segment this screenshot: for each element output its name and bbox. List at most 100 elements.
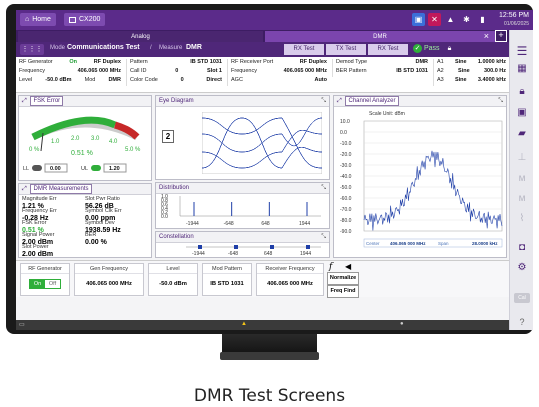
x-tick-label: 1944 bbox=[299, 221, 310, 227]
expand-icon[interactable]: ⤡ bbox=[321, 232, 326, 243]
param-value: IB STD 1031 bbox=[190, 59, 222, 65]
x-tick-label: 648 bbox=[264, 251, 273, 257]
distribution-header: Distribution ⤡ bbox=[156, 183, 329, 194]
screenshot-icon[interactable]: ◘ bbox=[515, 241, 529, 255]
collapse-icon[interactable]: ⤢ bbox=[22, 98, 27, 104]
eye-symbols-field[interactable]: 2 bbox=[162, 130, 174, 143]
lock-icon[interactable]: 🔒︎ bbox=[515, 85, 529, 99]
mod-pattern-cell[interactable]: Mod Pattern IB STD 1031 bbox=[202, 263, 252, 296]
normalize-button[interactable]: Normalize bbox=[327, 272, 359, 285]
param-value: -50.0 dBm bbox=[45, 77, 72, 83]
grid-menu-icon[interactable]: ⋮⋮⋮ bbox=[20, 44, 44, 55]
expand-icon[interactable]: ⤡ bbox=[498, 96, 503, 107]
grid-icon[interactable]: ▦ bbox=[515, 62, 529, 76]
level-value: -50.0 dBm bbox=[159, 281, 187, 287]
rf-generator-toggle[interactable]: On Off bbox=[29, 279, 61, 289]
tab-dmr[interactable]: DMR bbox=[265, 31, 495, 42]
menu-icon[interactable]: ☰ bbox=[515, 44, 529, 58]
help-icon[interactable]: ? bbox=[515, 315, 529, 329]
param-label: AGC bbox=[231, 77, 243, 83]
toggle-on[interactable]: On bbox=[30, 280, 45, 288]
param-value: 406.065 000 MHz bbox=[77, 68, 121, 74]
tab-row: Analog DMR × + bbox=[16, 30, 509, 42]
segment-rx-test-2[interactable]: RX Test bbox=[368, 44, 408, 55]
settings-icon[interactable]: ⚙ bbox=[515, 261, 529, 275]
param-value: On bbox=[69, 59, 78, 65]
warning-icon[interactable]: ▲ bbox=[241, 321, 247, 327]
distribution-panel: Distribution ⤡ 1.0 0.8 0.6 0.4 0.2 0.0 -1944 -6… bbox=[155, 182, 330, 229]
ll-label: LL bbox=[23, 166, 29, 172]
param-value: RF Duplex bbox=[299, 59, 327, 65]
scale-label: 4.0 bbox=[109, 139, 118, 145]
eye-diagram-plot bbox=[202, 112, 322, 174]
y-tick-label: -80.0 bbox=[340, 218, 352, 224]
folder-icon[interactable]: ▰ bbox=[515, 127, 529, 141]
network-icon[interactable]: ▲ bbox=[444, 13, 457, 26]
ll-toggle[interactable] bbox=[32, 165, 42, 171]
receiver-frequency-label: Receiver Frequency bbox=[257, 264, 323, 274]
fsk-error-title: FSK Error bbox=[30, 96, 64, 106]
param-value: Slot 1 bbox=[207, 68, 222, 74]
pulse-icon: ⌇ bbox=[519, 213, 525, 224]
param-value: IB STD 1031 bbox=[396, 68, 428, 74]
collapse-icon[interactable]: ⤢ bbox=[337, 98, 342, 104]
tab-analog[interactable]: Analog bbox=[18, 31, 263, 42]
segment-tx-test[interactable]: TX Test bbox=[326, 44, 366, 55]
toggle-off[interactable]: Off bbox=[45, 280, 60, 288]
scale-label: 3.0 bbox=[91, 136, 100, 142]
param-value: 300.0 Hz bbox=[483, 68, 506, 74]
right-sidebar: ☰ ▦ 🔒︎ ▣ ▰ ⊥ ᴍ ᴍ ⌇ ◘ ⚙ Cal ? bbox=[509, 30, 533, 330]
screen: ⌂ Home CX200 ▣ ✕ ▲ ✱ ▮ 12:56 PM 01/06/20… bbox=[16, 10, 533, 330]
mode-label: Mode bbox=[50, 45, 66, 51]
ul-label: UL bbox=[81, 166, 88, 172]
measurement-cell bbox=[85, 245, 148, 257]
clock-time: 12:56 PM bbox=[499, 12, 529, 19]
expand-icon[interactable]: ⤡ bbox=[321, 96, 326, 107]
y-tick-label: -20.0 bbox=[340, 152, 352, 158]
dmr-measurements-title: DMR Measurements bbox=[30, 184, 92, 194]
gen-frequency-cell[interactable]: Gen Frequency 406.065 000 MHz bbox=[74, 263, 144, 296]
ul-toggle[interactable] bbox=[91, 165, 101, 171]
center-value: 406.065 000 MHz bbox=[390, 241, 426, 246]
param-label: RF Generator bbox=[19, 59, 53, 65]
y-tick-label: 0.0 bbox=[340, 130, 347, 136]
device-button[interactable]: CX200 bbox=[64, 13, 106, 26]
bluetooth-icon[interactable]: ✱ bbox=[460, 13, 473, 26]
mode-value[interactable]: Communications Test bbox=[67, 44, 140, 51]
speaker-icon[interactable]: ◀ bbox=[345, 262, 355, 272]
close-icon[interactable]: × bbox=[484, 31, 489, 41]
receiver-frequency-cell[interactable]: Receiver Frequency 406.065 000 MHz bbox=[256, 263, 324, 296]
collapse-icon[interactable]: ⤢ bbox=[22, 186, 27, 192]
location-icon[interactable]: ● bbox=[400, 321, 404, 327]
spectrum-plot: Scale Unit: dBm 10.0 0.0 -10.0 -20.0 -30.0 -40… bbox=[340, 111, 503, 248]
alert-icon[interactable]: ✕ bbox=[428, 13, 441, 26]
clock-date: 01/06/2025 bbox=[503, 21, 529, 27]
param-label: Color Code bbox=[130, 77, 158, 83]
measurement-row: Slot Power 2.00 dBm bbox=[22, 244, 148, 257]
ul-value: 1.20 bbox=[109, 166, 120, 172]
rf-generator-cell[interactable]: RF Generator On Off bbox=[20, 263, 70, 296]
app-icon[interactable]: ▣ bbox=[412, 13, 425, 26]
y-tick-label: -50.0 bbox=[340, 185, 352, 191]
x-tick-label: -648 bbox=[228, 251, 238, 257]
window-icon[interactable]: ▭ bbox=[19, 321, 25, 328]
measure-value[interactable]: DMR bbox=[186, 44, 202, 51]
save-icon[interactable]: ▣ bbox=[515, 106, 529, 120]
x-tick-label: 648 bbox=[261, 221, 270, 227]
param-label: Mod bbox=[84, 77, 96, 83]
param-label: A3 bbox=[437, 77, 444, 83]
freq-find-button[interactable]: Freq Find bbox=[327, 285, 359, 298]
dmr-measurements-list: Magnitude Err 1.21 % Slot Pwr Ratio 56.26 d… bbox=[19, 195, 151, 259]
constellation-point bbox=[270, 245, 274, 249]
param-value: 406.065 000 MHz bbox=[283, 68, 327, 74]
function-icon[interactable]: f bbox=[329, 262, 343, 272]
segment-rx-test-1[interactable]: RX Test bbox=[284, 44, 324, 55]
home-button[interactable]: ⌂ Home bbox=[20, 13, 56, 26]
device-label: CX200 bbox=[79, 16, 101, 23]
add-tab-button[interactable]: + bbox=[495, 30, 507, 42]
parameters-panel[interactable]: RF Generator On RF Duplex Frequency 406.065… bbox=[16, 57, 509, 93]
expand-icon[interactable]: ⤡ bbox=[321, 183, 326, 194]
level-cell[interactable]: Level -50.0 dBm bbox=[148, 263, 198, 296]
param-value: Auto bbox=[314, 77, 327, 83]
home-label: Home bbox=[32, 16, 51, 23]
